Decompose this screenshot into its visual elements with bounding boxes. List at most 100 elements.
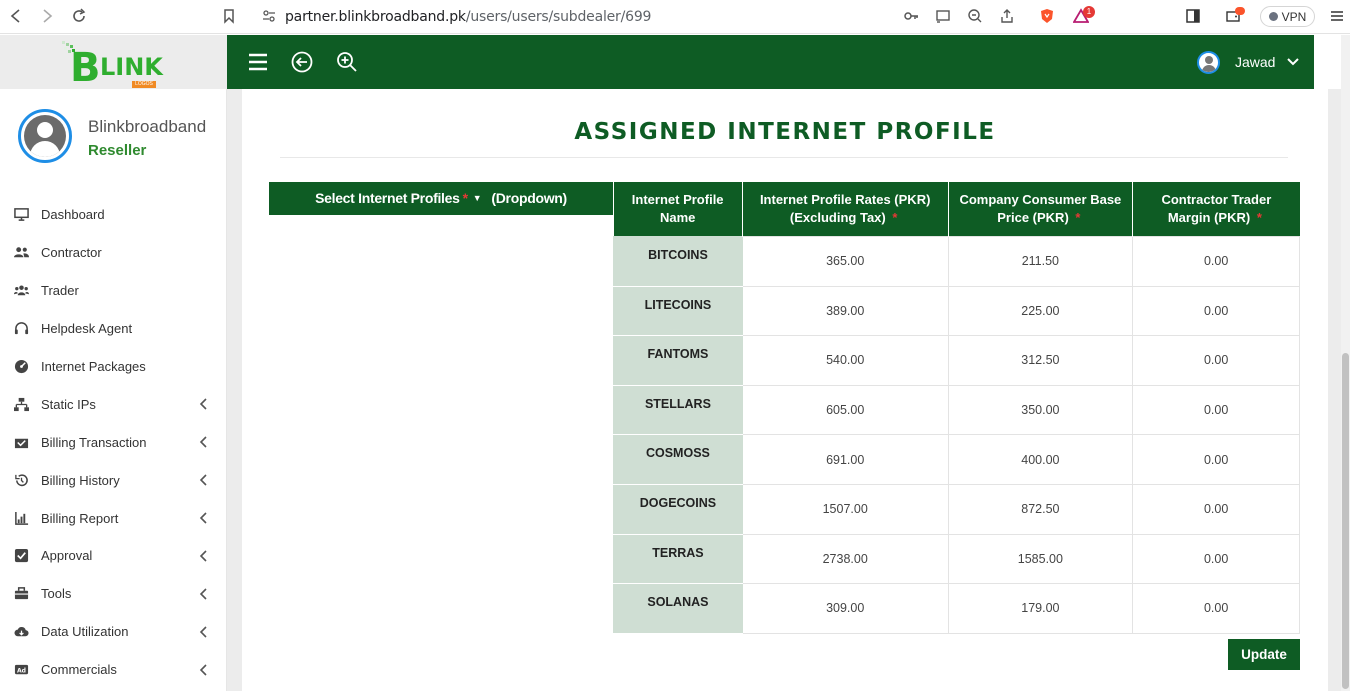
select-profiles-dropdown[interactable]: Select Internet Profiles * ▼ (Dropdown): [269, 182, 613, 215]
page-scrollbar[interactable]: [1341, 35, 1350, 691]
url-text: partner.blinkbroadband.pk/users/users/su…: [285, 9, 651, 25]
margin-cell: 0.00: [1132, 434, 1300, 485]
back-arrow-icon[interactable]: [5, 5, 27, 27]
table-row: SOLANAS 309.00 179.00 0.00: [613, 583, 1300, 634]
profile-name: Blinkbroadband: [88, 117, 207, 136]
user-name: Jawad: [1235, 54, 1276, 70]
sidebar-item-helpdesk-agent[interactable]: Helpdesk Agent: [0, 310, 227, 348]
margin-cell: 0.00: [1132, 335, 1300, 386]
rate-cell[interactable]: 540.00: [741, 335, 949, 386]
base-price-cell: 312.50: [947, 335, 1134, 386]
sidebar-item-tools[interactable]: Tools: [0, 575, 227, 613]
sidebar-item-data-utilization[interactable]: Data Utilization: [0, 613, 227, 651]
url-path: /users/users/subdealer/699: [465, 9, 652, 25]
check-square-icon: [13, 548, 29, 564]
base-price-cell: 872.50: [947, 483, 1134, 535]
sidebar-item-static-ips[interactable]: Static IPs: [0, 385, 227, 423]
table-row: COSMOSS 691.00 400.00 0.00: [613, 434, 1300, 485]
required-marker: *: [1256, 210, 1262, 225]
zoom-in-icon[interactable]: [335, 50, 359, 74]
sidebar-item-contractor[interactable]: Contractor: [0, 234, 227, 272]
dropdown-label: Select Internet Profiles: [315, 190, 460, 206]
base-price-cell: 350.00: [947, 384, 1134, 436]
vpn-button[interactable]: VPN: [1260, 6, 1315, 27]
table-row: DOGECOINS 1507.00 872.50 0.00: [613, 483, 1300, 535]
cast-icon[interactable]: [932, 5, 954, 27]
base-price-cell: 400.00: [947, 434, 1134, 485]
sidebar-nav: Dashboard Contractor Trader Helpdesk Age…: [0, 196, 227, 689]
profile-name-cell: STELLARS: [613, 384, 743, 436]
required-marker: *: [1075, 210, 1081, 225]
rate-cell[interactable]: 691.00: [741, 434, 949, 485]
sidebar-item-internet-packages[interactable]: Internet Packages: [0, 348, 227, 386]
network-icon: [13, 396, 29, 412]
wallet-alert-dot: [1235, 7, 1245, 15]
margin-cell: 0.00: [1132, 533, 1300, 585]
rate-cell[interactable]: 309.00: [741, 583, 949, 634]
chevron-left-icon: [199, 474, 207, 486]
table-row: BITCOINS 365.00 211.50 0.00: [613, 236, 1300, 287]
rate-cell[interactable]: 1507.00: [741, 483, 949, 535]
table-row: STELLARS 605.00 350.00 0.00: [613, 384, 1300, 436]
chevron-left-icon: [199, 664, 207, 676]
required-marker: *: [462, 190, 468, 206]
profile-card: ASSIGNED INTERNET PROFILE Select Interne…: [242, 89, 1328, 691]
main-content: ASSIGNED INTERNET PROFILE Select Interne…: [227, 89, 1341, 691]
sidebar-item-label: Approval: [41, 548, 93, 564]
logo-text: LINK: [100, 53, 163, 81]
logo-b: B: [70, 45, 101, 91]
rate-cell[interactable]: 365.00: [741, 236, 949, 287]
profile-name-cell: COSMOSS: [613, 434, 743, 485]
sidebar-item-trader[interactable]: Trader: [0, 272, 227, 310]
rate-cell[interactable]: 389.00: [741, 285, 949, 337]
sidebar-item-label: Billing History: [41, 472, 120, 488]
sidebar-item-approval[interactable]: Approval: [0, 537, 227, 575]
sidebar-item-label: Trader: [41, 283, 79, 299]
user-avatar-icon: [1197, 50, 1220, 74]
user-menu[interactable]: Jawad: [1197, 50, 1300, 74]
user-group-icon: [13, 283, 29, 299]
sidebar-item-label: Data Utilization: [41, 624, 129, 640]
site-settings-icon[interactable]: [258, 5, 280, 27]
forward-arrow-icon[interactable]: [36, 5, 58, 27]
rate-cell[interactable]: 2738.00: [741, 533, 949, 585]
margin-cell: 0.00: [1132, 236, 1300, 287]
profile-name-cell: FANTOMS: [613, 335, 743, 386]
brave-shield-icon[interactable]: [1036, 5, 1058, 27]
sidebar-item-dashboard[interactable]: Dashboard: [0, 196, 227, 234]
update-button[interactable]: Update: [1228, 639, 1300, 670]
sidebar-toggle-icon[interactable]: [1182, 5, 1204, 27]
sidebar-item-billing-transaction[interactable]: Billing Transaction: [0, 423, 227, 461]
chevron-left-icon: [199, 398, 207, 411]
browser-toolbar: partner.blinkbroadband.pk/users/users/su…: [0, 0, 1350, 34]
avatar[interactable]: [18, 109, 72, 163]
url-host: partner.blinkbroadband.pk: [285, 9, 466, 25]
sidebar-item-billing-report[interactable]: Billing Report: [0, 499, 227, 537]
margin-cell: 0.00: [1132, 384, 1300, 436]
chart-icon: [13, 510, 29, 526]
profile-role: Reseller: [88, 142, 147, 159]
bookmark-icon[interactable]: [218, 5, 240, 27]
profiles-table: Internet Profile Name Internet Profile R…: [613, 182, 1300, 634]
toolbox-icon: [13, 586, 29, 602]
sidebar-item-billing-history[interactable]: Billing History: [0, 461, 227, 499]
base-price-cell: 225.00: [947, 285, 1134, 337]
gauge-icon: [13, 359, 29, 375]
logo-tag: LOGOS: [132, 81, 156, 88]
sidebar-item-label: Contractor: [41, 245, 102, 261]
sidebar-item-label: Dashboard: [41, 207, 105, 223]
share-icon[interactable]: [996, 5, 1018, 27]
profile-name-cell: DOGECOINS: [613, 483, 743, 535]
sidebar-item-commercials[interactable]: Ad Commercials: [0, 651, 227, 689]
browser-menu-icon[interactable]: [1326, 5, 1348, 27]
hamburger-menu-icon[interactable]: [246, 50, 270, 74]
reload-icon[interactable]: [68, 5, 90, 27]
rate-cell[interactable]: 605.00: [741, 384, 949, 436]
back-circle-icon[interactable]: [290, 50, 314, 74]
key-icon[interactable]: [900, 5, 922, 27]
zoom-out-icon[interactable]: [964, 5, 986, 27]
blink-logo[interactable]: B LINK LOGOS: [60, 39, 163, 91]
scrollbar-thumb[interactable]: [1342, 353, 1349, 689]
headset-icon: [13, 321, 29, 337]
caret-down-icon: ▼: [472, 193, 482, 203]
